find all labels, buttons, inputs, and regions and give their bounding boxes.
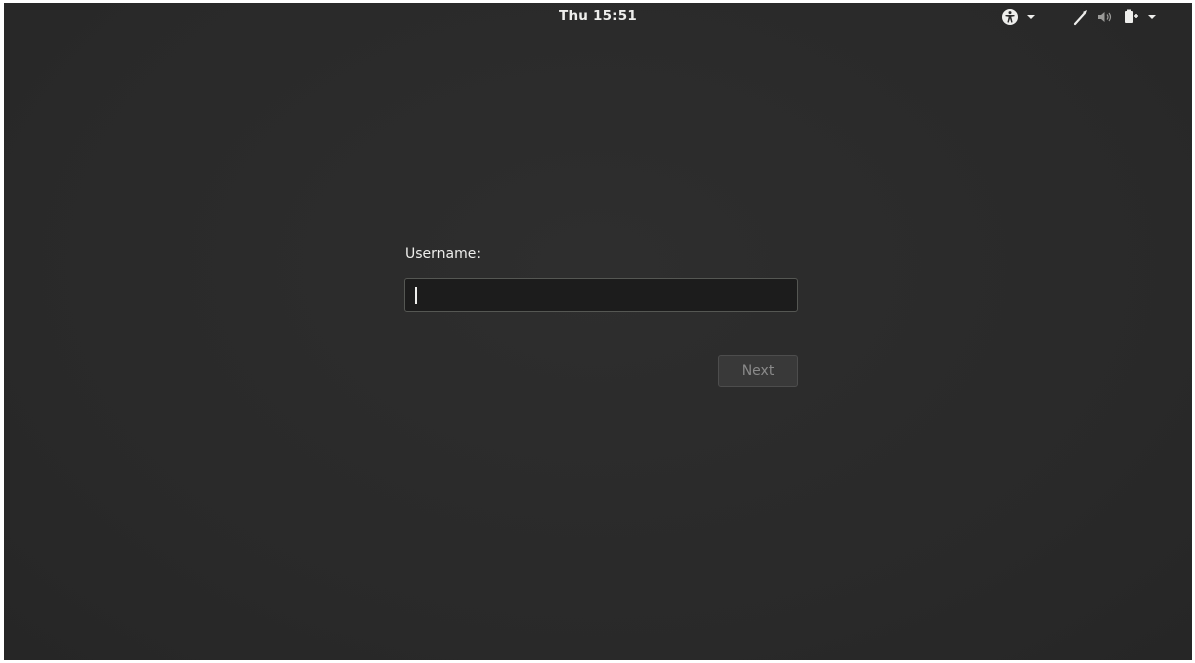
wired-network-icon (1072, 8, 1090, 26)
chevron-down-icon (1027, 15, 1035, 19)
power-battery-icon (1122, 8, 1140, 26)
accessibility-menu[interactable] (1001, 7, 1035, 27)
volume-icon (1096, 8, 1114, 26)
login-screen: Thu 15:51 Username: Next (4, 3, 1192, 660)
text-cursor (415, 287, 417, 304)
top-bar: Thu 15:51 (4, 3, 1192, 31)
next-button[interactable]: Next (718, 355, 798, 387)
login-form: Username: Next (404, 246, 798, 387)
accessibility-icon (1001, 8, 1019, 26)
system-menu[interactable] (1072, 7, 1156, 27)
username-input[interactable] (404, 278, 798, 312)
chevron-down-icon (1148, 15, 1156, 19)
username-label: Username: (405, 246, 482, 262)
